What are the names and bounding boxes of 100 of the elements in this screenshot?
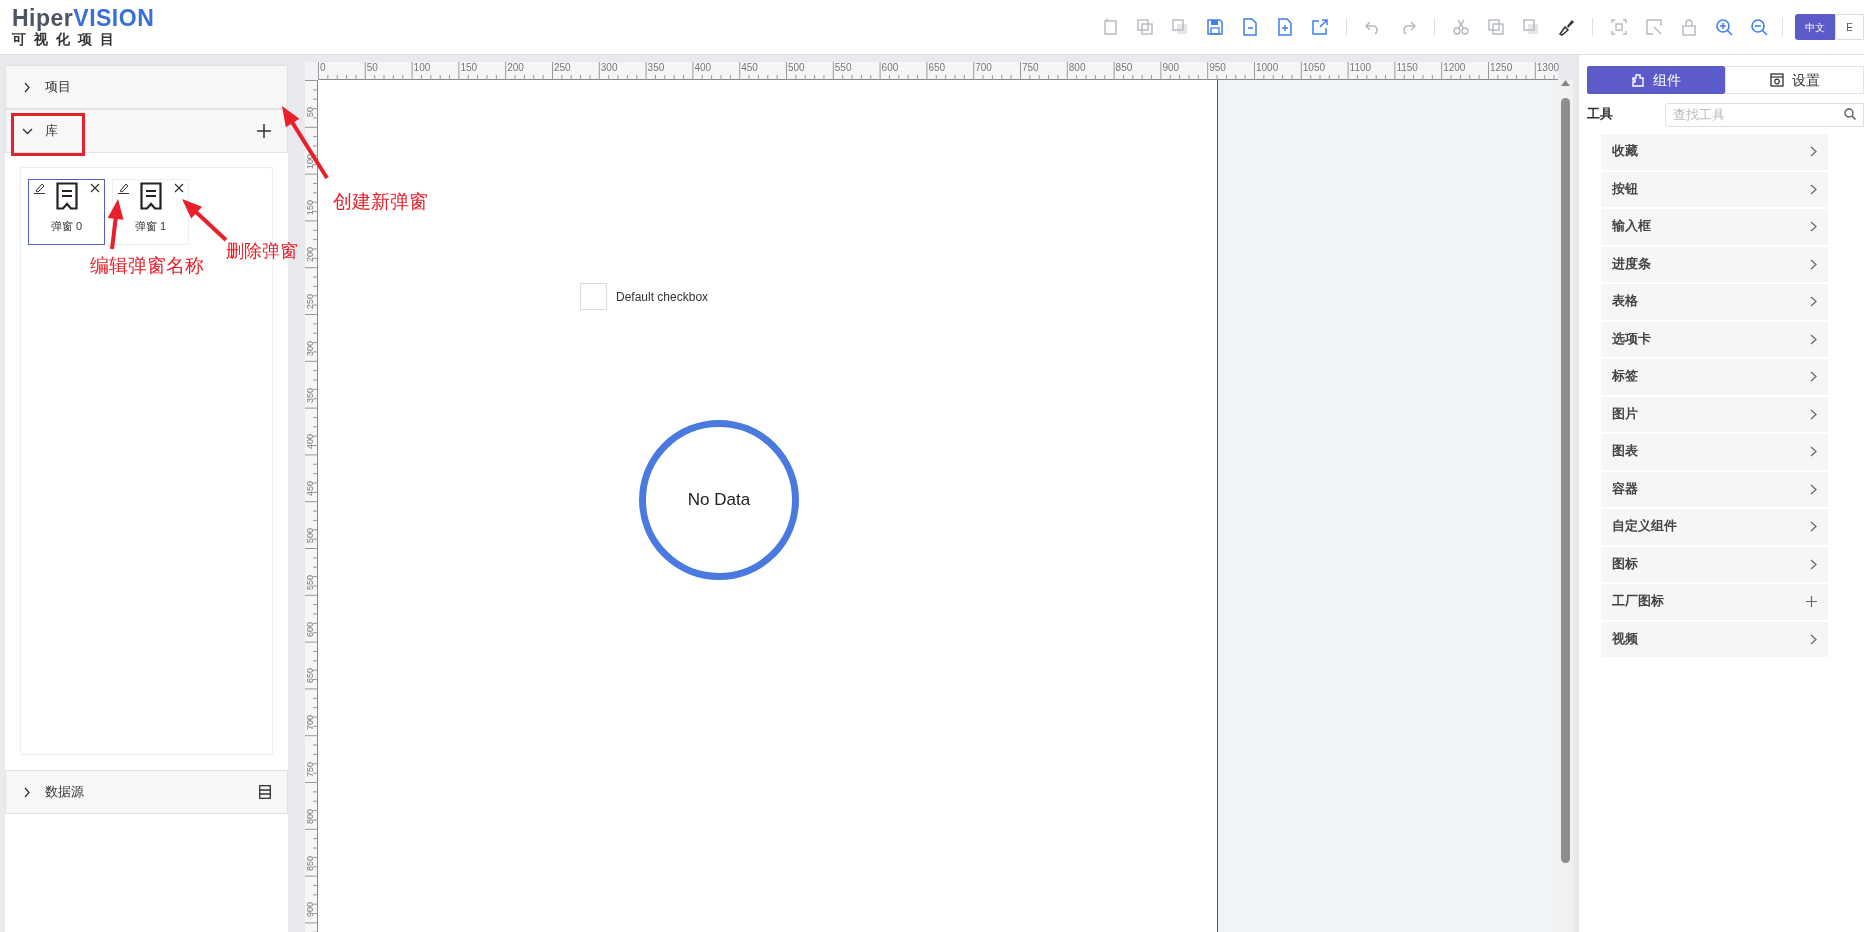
popup-card[interactable]: 弹窗 1	[112, 179, 189, 245]
checkbox[interactable]	[580, 283, 607, 310]
brush-icon[interactable]	[1557, 18, 1576, 36]
category-item[interactable]: 表格	[1601, 284, 1828, 322]
search-field[interactable]: 查找工具	[1665, 102, 1864, 127]
ruler-label: 100	[413, 62, 431, 74]
logo-subtitle: 可 视 化 项 目	[12, 31, 117, 48]
category-item[interactable]: 图表	[1601, 434, 1828, 472]
scrollbar[interactable]	[1558, 80, 1573, 932]
section-title: 库	[45, 122, 59, 141]
category-label: 自定义组件	[1612, 518, 1678, 536]
language-button[interactable]: 中文	[1795, 14, 1836, 40]
category-label: 图片	[1612, 405, 1639, 423]
ruler-label: 500	[305, 528, 315, 544]
category-label: 表格	[1612, 293, 1639, 311]
popup-name: 弹窗 1	[134, 219, 167, 234]
ruler-label: 200	[305, 247, 315, 263]
chevron-right-icon[interactable]	[1810, 483, 1817, 495]
category-item[interactable]: 自定义组件	[1601, 509, 1828, 547]
chevron-right-icon[interactable]	[22, 81, 33, 93]
category-item[interactable]: 收藏	[1601, 134, 1828, 172]
gauge-label: No Data	[687, 489, 751, 512]
ruler-label: 1050	[1302, 62, 1326, 74]
save-icon[interactable]	[1206, 18, 1225, 36]
ruler-label: 450	[305, 481, 315, 497]
pencil-icon[interactable]	[34, 183, 45, 194]
ruler-label: 1000	[1256, 62, 1279, 74]
chevron-right-icon[interactable]	[1810, 633, 1817, 645]
ruler-label: 400	[694, 62, 712, 74]
annotation-label: 创建新弹窗	[333, 190, 428, 214]
ruler-label: 650	[305, 668, 315, 684]
chevron-right-icon[interactable]	[1810, 333, 1817, 345]
category-item[interactable]: 进度条	[1601, 246, 1828, 284]
section-header[interactable]: 项目	[5, 65, 288, 109]
category-item[interactable]: 图片	[1601, 396, 1828, 434]
category-item[interactable]: 视频	[1601, 621, 1828, 659]
chevron-right-icon[interactable]	[1810, 258, 1817, 270]
chevron-right-icon[interactable]	[1810, 146, 1817, 158]
ruler-label: 750	[305, 762, 315, 778]
category-label: 输入框	[1612, 218, 1652, 236]
ruler-label: 250	[554, 62, 571, 74]
chevron-right-icon[interactable]	[1810, 296, 1817, 308]
popup-card[interactable]: 弹窗 0	[28, 179, 105, 245]
category-item[interactable]: 标签	[1601, 359, 1828, 397]
scroll-up-icon[interactable]	[1561, 80, 1570, 86]
tab[interactable]: 设置	[1725, 66, 1864, 94]
chevron-right-icon[interactable]	[1810, 371, 1817, 383]
arrow	[107, 199, 124, 250]
ruler-label: 550	[834, 62, 852, 74]
close-icon[interactable]	[90, 183, 100, 193]
chevron-right-icon[interactable]	[22, 786, 33, 798]
chevron-right-icon[interactable]	[1810, 521, 1817, 533]
chevron-right-icon[interactable]	[1810, 408, 1817, 420]
annotation-label: 编辑弹窗名称	[90, 254, 204, 278]
category-item[interactable]: 选项卡	[1601, 321, 1828, 359]
pencil-icon[interactable]	[118, 183, 129, 194]
language-button[interactable]: E	[1835, 14, 1864, 40]
category-item[interactable]: 容器	[1601, 471, 1828, 509]
chevron-right-icon[interactable]	[1810, 183, 1817, 195]
ruler-label: 1250	[1490, 62, 1513, 74]
ruler-label: 1200	[1443, 62, 1466, 74]
zoom-in-icon[interactable]	[1715, 18, 1734, 36]
file-icon[interactable]	[1241, 18, 1260, 36]
ruler-label: 250	[305, 294, 315, 310]
list-icon[interactable]	[259, 785, 271, 799]
category-label: 标签	[1612, 368, 1639, 386]
category-item[interactable]: 工厂图标	[1601, 584, 1828, 622]
chevron-right-icon[interactable]	[1810, 221, 1817, 233]
section-title: 数据源	[45, 783, 85, 802]
ruler-label: 600	[881, 62, 899, 74]
plus-icon[interactable]	[1806, 596, 1817, 608]
document-icon	[139, 182, 162, 210]
puzzle-icon	[1631, 73, 1646, 87]
chevron-right-icon[interactable]	[1810, 558, 1817, 570]
category-item[interactable]: 按钮	[1601, 171, 1828, 209]
ruler-label: 900	[1162, 62, 1180, 74]
annotation-label: 删除弹窗	[226, 240, 298, 263]
close-icon[interactable]	[174, 183, 184, 193]
export-icon[interactable]	[1311, 18, 1330, 36]
ruler-label: 150	[460, 62, 478, 74]
category-item[interactable]: 输入框	[1601, 209, 1828, 247]
ruler-label: 950	[1209, 62, 1226, 74]
section-title: 项目	[45, 78, 72, 97]
file-plus-icon[interactable]	[1276, 18, 1295, 36]
ruler-label: 650	[928, 62, 946, 74]
document-icon	[55, 182, 78, 210]
chevron-right-icon[interactable]	[1810, 446, 1817, 458]
ruler-label: 700	[305, 715, 315, 731]
section-header[interactable]: 库	[5, 109, 288, 153]
ruler-label: 350	[647, 62, 665, 74]
category-item[interactable]: 图标	[1601, 546, 1828, 584]
tab[interactable]: 组件	[1587, 66, 1726, 94]
plus-icon[interactable]	[257, 124, 271, 138]
ruler-label: 700	[975, 62, 992, 74]
scroll-thumb[interactable]	[1561, 98, 1570, 863]
zoom-out-icon[interactable]	[1750, 18, 1769, 36]
category-label: 进度条	[1612, 255, 1652, 273]
search-icon[interactable]	[1844, 108, 1856, 120]
section-header[interactable]: 数据源	[5, 770, 288, 814]
ruler-label: 850	[305, 855, 315, 871]
